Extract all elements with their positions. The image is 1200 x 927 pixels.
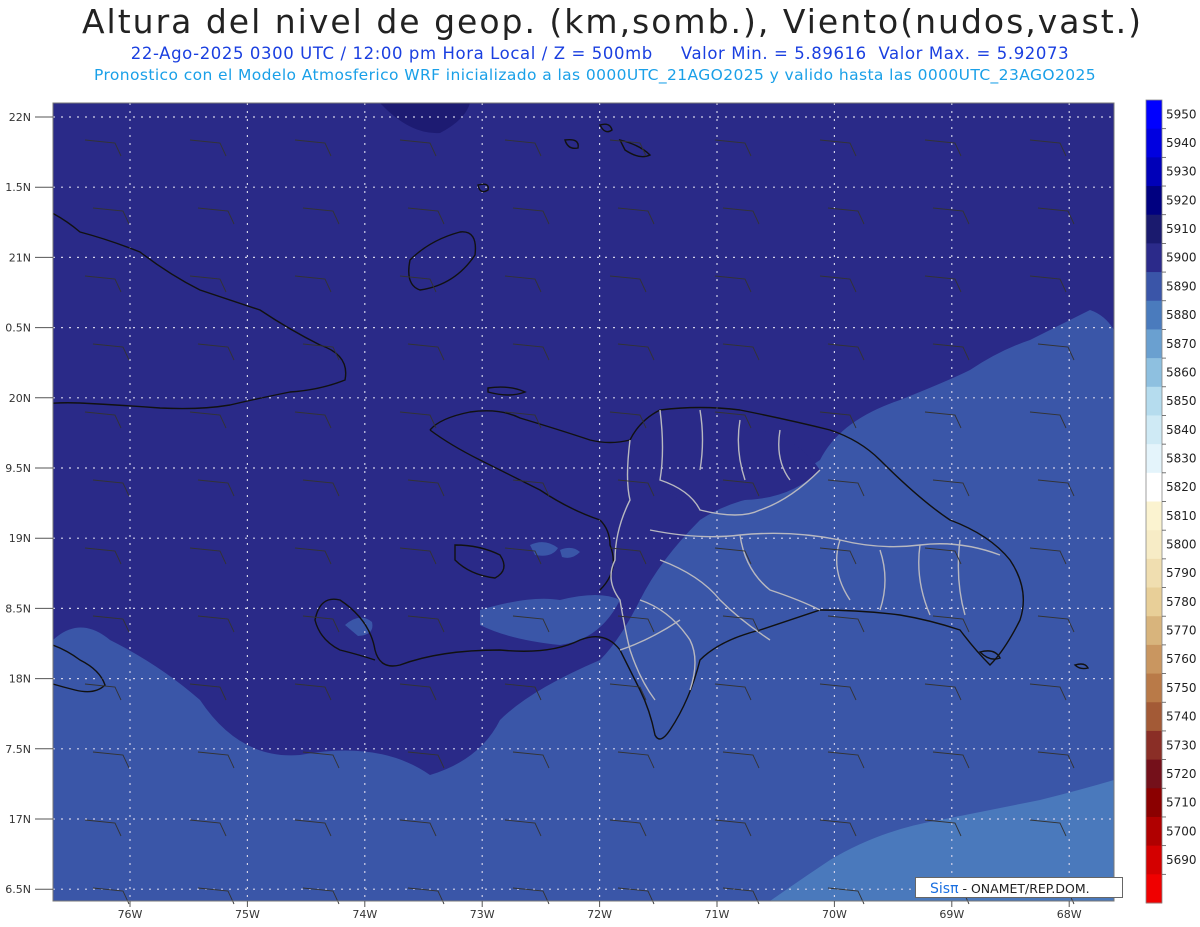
lat-label: 8.5N	[5, 602, 31, 615]
colorbar-swatch	[1146, 186, 1162, 216]
colorbar-label: 5910	[1166, 222, 1197, 236]
lat-label: 17N	[9, 813, 31, 826]
colorbar-label: 5850	[1166, 394, 1197, 408]
colorbar-swatch	[1146, 272, 1162, 302]
colorbar-swatch	[1146, 243, 1162, 273]
colorbar-swatch	[1146, 444, 1162, 474]
colorbar-swatch	[1146, 100, 1162, 130]
colorbar-swatch	[1146, 730, 1162, 761]
lat-label: 1.5N	[5, 181, 31, 194]
colorbar-label: 5810	[1166, 509, 1197, 523]
lon-label: 76W	[118, 908, 143, 921]
colorbar-label: 5790	[1166, 566, 1197, 580]
colorbar-swatch	[1146, 587, 1162, 617]
lat-label: 0.5N	[5, 322, 31, 335]
colorbar-label: 5710	[1166, 796, 1197, 810]
colorbar-label: 5900	[1166, 251, 1197, 265]
colorbar-swatch	[1146, 358, 1162, 388]
lat-label: 7.5N	[5, 743, 31, 756]
colorbar-label: 5890	[1166, 279, 1197, 293]
colorbar-swatch	[1146, 501, 1162, 531]
colorbar-swatch	[1146, 558, 1162, 589]
colorbar-swatch	[1146, 386, 1162, 416]
colorbar-swatch	[1146, 329, 1162, 359]
lat-label: 20N	[9, 392, 31, 405]
lon-label: 75W	[235, 908, 260, 921]
colorbar-swatch	[1146, 673, 1162, 703]
colorbar-label: 5950	[1166, 107, 1197, 121]
colorbar-label: 5800	[1166, 538, 1197, 552]
colorbar-label: 5940	[1166, 136, 1197, 150]
lon-label: 71W	[705, 908, 730, 921]
credit-text: - ONAMET/REP.DOM.	[958, 881, 1090, 896]
colorbar-swatch	[1146, 702, 1162, 732]
latitude-labels: 22N 1.5N 21N 0.5N 20N 9.5N 19N 8.5N 18N 7.5N 17N 6.…	[5, 111, 53, 896]
colorbar-label: 5870	[1166, 337, 1197, 351]
colorbar-swatch	[1146, 845, 1162, 875]
map-figure: 22N 1.5N 21N 0.5N 20N 9.5N 19N 8.5N 18N 7.5N 17N 6.…	[5, 99, 1197, 921]
lon-label: 72W	[587, 908, 612, 921]
colorbar-label: 5760	[1166, 652, 1197, 666]
colorbar-swatch	[1146, 472, 1162, 502]
colorbar-label: 5930	[1166, 165, 1197, 179]
colorbar-label: 5750	[1166, 681, 1197, 695]
colorbar-label: 5700	[1166, 824, 1197, 838]
colorbar-label: 5720	[1166, 767, 1197, 781]
colorbar-swatch	[1146, 644, 1162, 675]
colorbar-swatch	[1146, 128, 1162, 158]
colorbar-label: 5690	[1166, 853, 1197, 867]
colorbar-label: 5740	[1166, 710, 1197, 724]
colorbar-swatch	[1146, 759, 1162, 789]
lat-label: 6.5N	[5, 883, 31, 896]
credit-box: Sisπ - ONAMET/REP.DOM.	[915, 877, 1123, 898]
colorbar-swatch	[1146, 415, 1162, 445]
lon-label: 73W	[470, 908, 495, 921]
lat-label: 22N	[9, 111, 31, 124]
colorbar-label: 5780	[1166, 595, 1197, 609]
colorbar-swatch	[1146, 816, 1162, 847]
lon-label: 70W	[822, 908, 847, 921]
lat-label: 21N	[9, 251, 31, 264]
colorbar-label: 5920	[1166, 193, 1197, 207]
lat-label: 19N	[9, 532, 31, 545]
colorbar-label: 5820	[1166, 480, 1197, 494]
colorbar-swatch	[1146, 214, 1162, 244]
colorbar-label: 5880	[1166, 308, 1197, 322]
colorbar-swatch	[1146, 530, 1162, 560]
sispi-logo: Sisπ	[930, 881, 959, 897]
colorbar-label: 5770	[1166, 624, 1197, 638]
colorbar-swatch	[1146, 788, 1162, 818]
colorbar-swatch	[1146, 874, 1162, 904]
colorbar-label: 5830	[1166, 451, 1197, 465]
colorbar: 5950 5940 5930 5920 5910 5900 5890 5880 5870 5860…	[1145, 99, 1197, 904]
colorbar-swatch	[1146, 300, 1162, 330]
lat-label: 9.5N	[5, 462, 31, 475]
lon-label: 74W	[352, 908, 377, 921]
geopotential-field	[53, 103, 1114, 901]
colorbar-label: 5840	[1166, 423, 1197, 437]
colorbar-swatch	[1146, 616, 1162, 646]
colorbar-swatch	[1146, 157, 1162, 187]
colorbar-label: 5860	[1166, 365, 1197, 379]
longitude-labels: 76W 75W 74W 73W 72W 71W 70W 69W 68W	[118, 901, 1082, 921]
lon-label: 68W	[1057, 908, 1082, 921]
lon-label: 69W	[939, 908, 964, 921]
lat-label: 18N	[9, 673, 31, 686]
colorbar-label: 5730	[1166, 738, 1197, 752]
